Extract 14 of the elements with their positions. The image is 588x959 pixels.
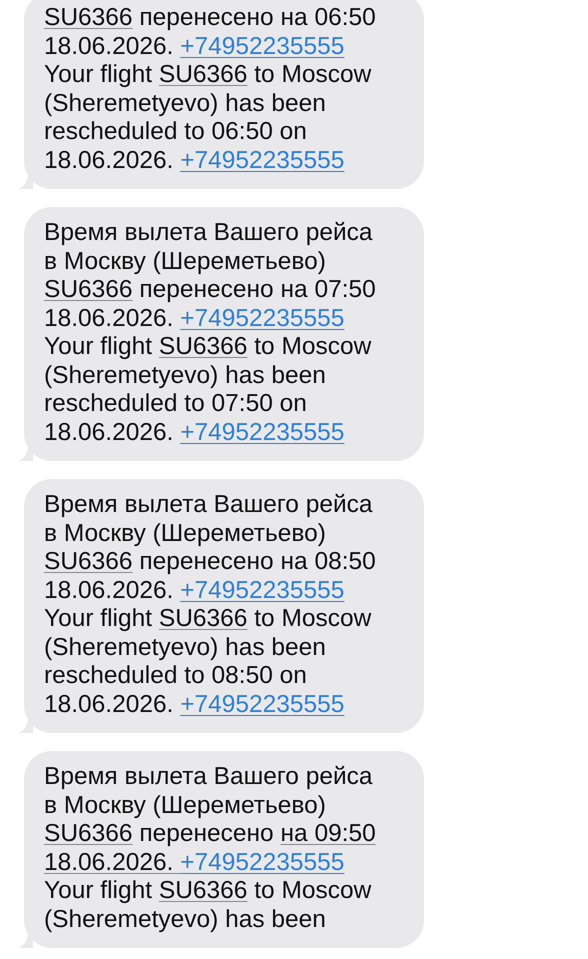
detected-link[interactable]: SU6366	[44, 276, 133, 303]
detected-link[interactable]: SU6366	[44, 548, 133, 575]
detected-link[interactable]: SU6366	[158, 605, 248, 632]
message-text: SU6366 перенесено на 06:50 18.06.2026. +74952235555 Your flight SU6366 to Moscow (Sheremetyevo) has been rescheduled to 06:50 on 18.06.2026. +74952235555	[44, 4, 377, 175]
message-text: Время вылета Вашего рейса в Москву (Шереметьево) SU6366 перенесено на 08:50 18.06.2026. +74952235555 Your flight SU6366 to Moscow (Sheremetyevo) has been rescheduled to 08:50 on 18.06.2026. +74952235555	[44, 491, 377, 719]
detected-link[interactable]: SU6366	[44, 4, 133, 31]
detected-link[interactable]: SU6366	[158, 333, 248, 360]
detected-link[interactable]: 18.06.2026.	[44, 848, 180, 876]
detected-link[interactable]: SU6366	[44, 820, 133, 847]
message-text: Время вылета Вашего рейса в Москву (Шереметьево) SU6366 перенесено на 07:50 18.06.2026. +74952235555 Your flight SU6366 to Moscow (Sheremetyevo) has been rescheduled to 07:50 on 18.06.2026. +74952235555	[44, 219, 377, 447]
detected-link[interactable]: на 09:50	[280, 820, 376, 847]
detected-link[interactable]: SU6366	[158, 61, 248, 88]
detected-link[interactable]: SU6366	[158, 877, 248, 904]
message-text: Время вылета Вашего рейса в Москву (Шереметьево) SU6366 перенесено на 09:50 18.06.2026. +74952235555 Your flight SU6366 to Moscow (Sheremetyevo) has been	[44, 763, 377, 934]
